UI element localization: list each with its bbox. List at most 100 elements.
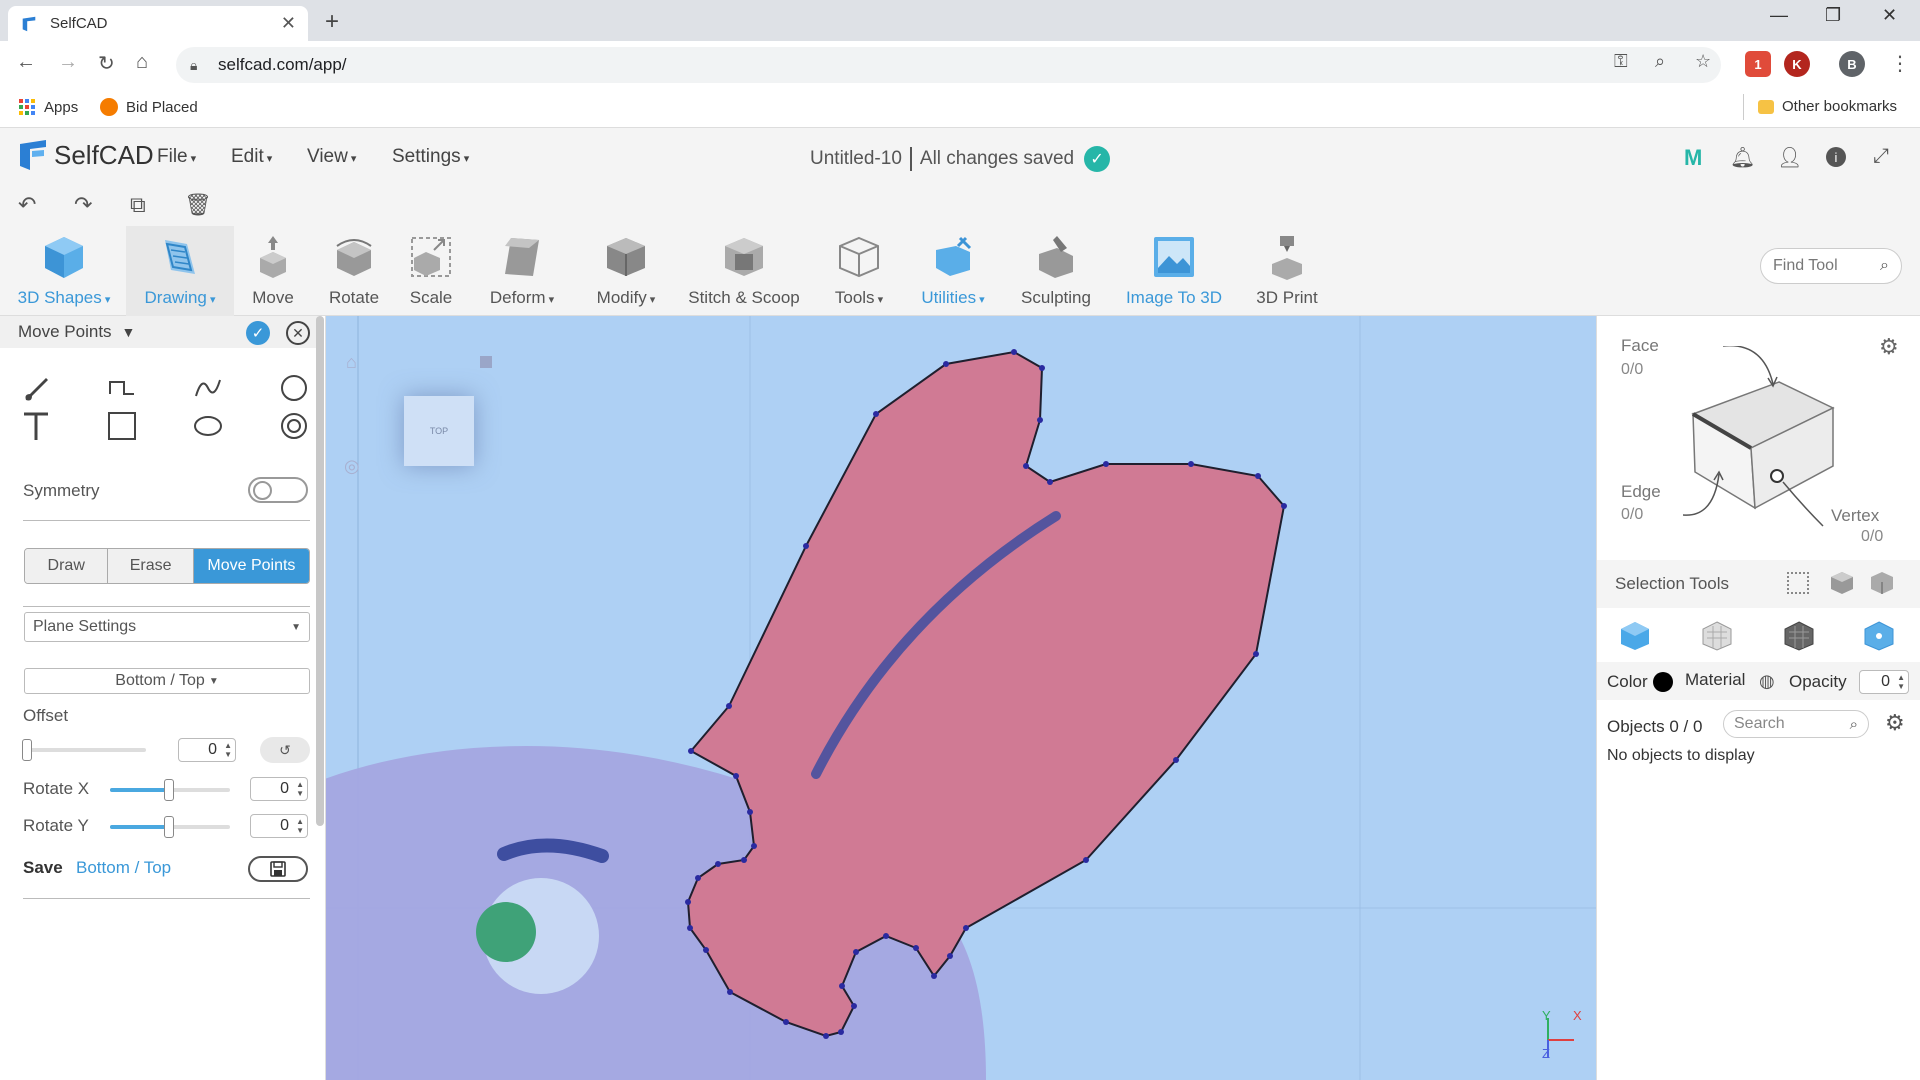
face-mode-icon[interactable]	[1701, 620, 1733, 652]
circle-tool-icon[interactable]	[278, 372, 310, 404]
tool-3d-print[interactable]: 3D Print	[1252, 234, 1322, 308]
tool-deform[interactable]: Deform ▾	[484, 234, 560, 308]
reload-icon[interactable]: ↻	[98, 51, 115, 76]
rectangle-tool-icon[interactable]	[106, 410, 138, 442]
curve-tool-icon[interactable]	[192, 372, 224, 404]
restore-icon[interactable]: ❐	[1825, 5, 1841, 26]
text-tool-icon[interactable]	[20, 410, 52, 442]
extension-k-icon[interactable]: K	[1784, 51, 1810, 77]
window-close-icon[interactable]: ✕	[1882, 5, 1897, 26]
panel-dropdown-icon[interactable]: ▼	[122, 324, 136, 340]
control-point[interactable]	[1047, 479, 1053, 485]
control-point[interactable]	[715, 861, 721, 867]
control-point[interactable]	[733, 773, 739, 779]
tool-rotate[interactable]: Rotate	[326, 234, 382, 308]
profile-avatar[interactable]: B	[1839, 51, 1865, 77]
minimize-icon[interactable]: —	[1770, 5, 1788, 26]
bookmark-bid-placed[interactable]: Bid Placed	[100, 98, 198, 116]
spinner-icon[interactable]: ▲ ▼	[296, 817, 304, 835]
browser-tab[interactable]: SelfCAD ✕	[8, 6, 308, 41]
control-point[interactable]	[838, 1029, 844, 1035]
undo-icon[interactable]: ↶	[18, 192, 36, 218]
control-point[interactable]	[853, 949, 859, 955]
fullscreen-icon[interactable]: ⤢	[1873, 145, 1889, 168]
bookmark-other[interactable]: Other bookmarks	[1758, 98, 1897, 115]
control-point[interactable]	[687, 925, 693, 931]
rotate-y-input[interactable]: 0 ▲ ▼	[250, 814, 308, 838]
object-mode-icon[interactable]	[1619, 620, 1651, 652]
search-icon[interactable]: ⌕	[1880, 257, 1889, 275]
control-point[interactable]	[1037, 417, 1043, 423]
info-icon[interactable]: i	[1826, 147, 1846, 167]
find-tool-input[interactable]: Find Tool ⌕	[1760, 248, 1902, 284]
control-point[interactable]	[823, 1033, 829, 1039]
extension-icon[interactable]: 1	[1745, 51, 1771, 77]
control-point[interactable]	[747, 809, 753, 815]
view-cube[interactable]: TOP	[404, 396, 474, 466]
selection-cube-diagram[interactable]	[1683, 346, 1873, 536]
rotate-y-slider-handle[interactable]	[164, 816, 174, 838]
gear-icon[interactable]: ⚙	[1879, 334, 1899, 360]
control-point[interactable]	[913, 945, 919, 951]
control-point[interactable]	[947, 953, 953, 959]
browser-menu-icon[interactable]: ⋮	[1890, 51, 1910, 76]
control-point[interactable]	[783, 1019, 789, 1025]
control-point[interactable]	[1255, 473, 1261, 479]
home-icon[interactable]: ⌂	[136, 51, 148, 74]
mode-move-points[interactable]: Move Points	[193, 549, 309, 583]
spinner-icon[interactable]: ▲ ▼	[1897, 673, 1905, 691]
offset-slider[interactable]	[24, 748, 146, 752]
control-point[interactable]	[1188, 461, 1194, 467]
tool-tools[interactable]: Tools ▾	[826, 234, 892, 308]
traced-shape[interactable]	[326, 316, 1596, 1080]
control-point[interactable]	[1083, 857, 1089, 863]
edge-mode-icon[interactable]	[1783, 620, 1815, 652]
copy-icon[interactable]: ⧉	[130, 192, 146, 218]
bookmark-apps[interactable]: Apps	[18, 98, 78, 116]
new-tab-icon[interactable]: +	[325, 8, 339, 36]
document-title[interactable]: Untitled-10	[810, 148, 902, 170]
mode-draw[interactable]: Draw	[25, 549, 109, 583]
control-point[interactable]	[851, 1003, 857, 1009]
control-point[interactable]	[726, 703, 732, 709]
control-point[interactable]	[839, 983, 845, 989]
tool-utilities[interactable]: Utilities ▾	[916, 234, 990, 308]
menu-settings[interactable]: Settings ▾	[392, 146, 469, 168]
forward-icon[interactable]: →	[58, 51, 78, 74]
reset-offset-button[interactable]: ↺	[260, 737, 310, 763]
box-select-icon[interactable]	[1787, 572, 1809, 594]
control-point[interactable]	[883, 933, 889, 939]
tab-close-icon[interactable]: ✕	[281, 13, 296, 34]
rotate-x-slider-handle[interactable]	[164, 779, 174, 801]
selfcad-logo[interactable]: SelfCAD	[18, 138, 154, 172]
tool-modify[interactable]: Modify ▾	[588, 234, 664, 308]
pan-view-icon[interactable]: ◎	[344, 456, 360, 477]
tool-stitch-scoop[interactable]: Stitch & Scoop	[686, 234, 802, 308]
objects-settings-icon[interactable]: ⚙	[1885, 710, 1905, 736]
ellipse-tool-icon[interactable]	[192, 410, 224, 442]
tool-3d-shapes[interactable]: 3D Shapes ▾	[14, 234, 114, 308]
spinner-icon[interactable]: ▲ ▼	[296, 780, 304, 798]
panel-header[interactable]: Move Points ▼	[0, 316, 318, 348]
ring-tool-icon[interactable]	[278, 410, 310, 442]
plane-select[interactable]: Bottom / Top ▼	[24, 668, 310, 694]
offset-slider-handle[interactable]	[22, 739, 32, 761]
tool-sculpting[interactable]: Sculpting	[1018, 234, 1094, 308]
select-parts-icon[interactable]	[1829, 570, 1855, 596]
control-point[interactable]	[931, 973, 937, 979]
select-all-icon[interactable]	[1869, 570, 1895, 596]
back-icon[interactable]: ←	[16, 51, 36, 74]
symmetry-toggle[interactable]	[248, 477, 308, 503]
control-point[interactable]	[963, 925, 969, 931]
mode-erase[interactable]: Erase	[108, 549, 194, 583]
vertex-mode-icon[interactable]	[1863, 620, 1895, 652]
control-point[interactable]	[803, 543, 809, 549]
save-plane-button[interactable]	[248, 856, 308, 882]
3d-viewport[interactable]: ⌂ ◎ TOP Y X Z	[326, 316, 1596, 1080]
rotate-x-input[interactable]: 0 ▲ ▼	[250, 777, 308, 801]
offset-input[interactable]: 0 ▲ ▼	[178, 738, 236, 762]
home-view-icon[interactable]: ⌂	[346, 352, 357, 373]
control-point[interactable]	[1039, 365, 1045, 371]
brand-m-icon[interactable]: M	[1684, 145, 1702, 171]
material-icon[interactable]: ◍	[1759, 671, 1775, 692]
